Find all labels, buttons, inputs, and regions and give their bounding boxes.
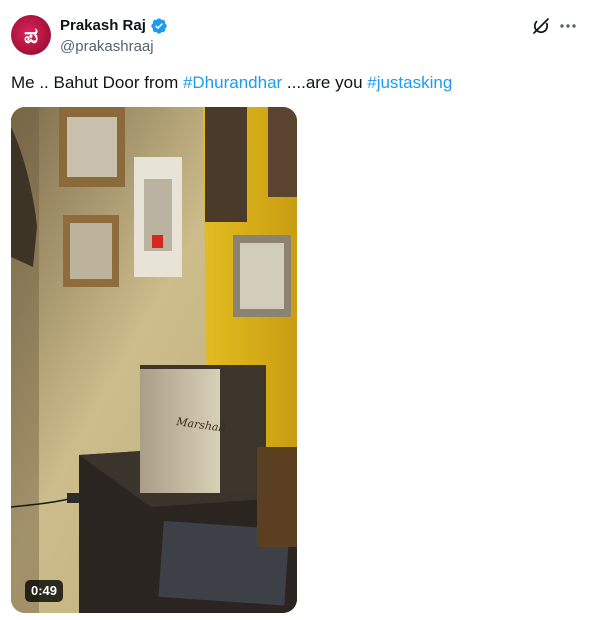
tweet-card: ಪ Prakash Raj @prakashraaj Me .. Bahut D… (0, 0, 591, 620)
avatar-logo-icon: ಪ (24, 24, 38, 49)
more-options-icon[interactable] (558, 16, 578, 36)
tweet-text-part: ....are you (282, 73, 368, 92)
author-handle[interactable]: @prakashraaj (60, 37, 154, 57)
tweet-text: Me .. Bahut Door from #Dhurandhar ....ar… (11, 72, 452, 94)
author-display-name[interactable]: Prakash Raj (60, 16, 146, 36)
hashtag-link-dhurandhar[interactable]: #Dhurandhar (183, 73, 282, 92)
video-duration-badge: 0:49 (25, 580, 64, 602)
grok-icon[interactable] (531, 16, 551, 36)
author-avatar[interactable]: ಪ (11, 15, 51, 55)
video-player[interactable]: Marshall (11, 107, 297, 613)
verified-badge-icon (150, 17, 168, 35)
hashtag-link-justasking[interactable]: #justasking (367, 73, 452, 92)
svg-text:ಪ: ಪ (24, 24, 38, 49)
tweet-text-part: Me .. Bahut Door from (11, 73, 183, 92)
video-thumbnail: Marshall (11, 107, 297, 613)
author-name-row: Prakash Raj (60, 16, 168, 36)
